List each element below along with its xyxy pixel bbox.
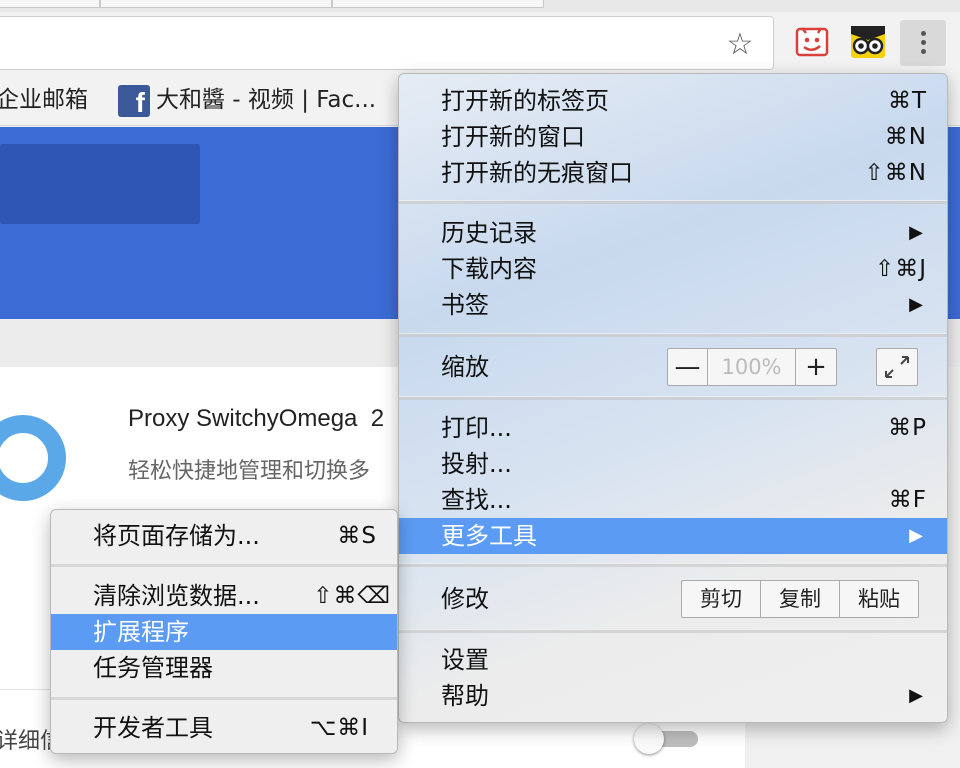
menu-dot xyxy=(921,40,926,45)
menu-item-downloads[interactable]: 下载内容 ⇧⌘J xyxy=(399,251,947,287)
submenu-arrow-icon: ▶ xyxy=(909,222,923,243)
submenu-arrow-icon: ▶ xyxy=(909,685,923,706)
edit-controls: 剪切 复制 粘贴 xyxy=(681,580,919,618)
menu-item-label: 设置 xyxy=(441,646,489,674)
menu-item-label: 开发者工具 xyxy=(93,714,213,742)
zoom-in-button[interactable]: + xyxy=(796,349,836,385)
menu-item-label: 打开新的无痕窗口 xyxy=(441,159,633,187)
menu-item-help[interactable]: 帮助 ▶ xyxy=(399,678,947,714)
menu-item-print[interactable]: 打印... ⌘P xyxy=(399,410,947,446)
menu-separator xyxy=(399,200,947,204)
menu-separator xyxy=(51,696,397,700)
tab[interactable] xyxy=(0,0,100,8)
menu-item-label: 修改 xyxy=(441,585,489,613)
menu-item-developer-tools[interactable]: 开发者工具 ⌥⌘I xyxy=(51,710,397,746)
tab[interactable] xyxy=(332,0,544,8)
menu-item-new-incognito-window[interactable]: 打开新的无痕窗口 ⇧⌘N xyxy=(399,155,947,191)
toggle-knob xyxy=(634,724,664,754)
menu-item-label: 帮助 xyxy=(441,682,489,710)
extension-enable-toggle[interactable] xyxy=(634,724,698,754)
menu-item-label: 更多工具 xyxy=(441,522,537,550)
tab[interactable] xyxy=(100,0,332,8)
menu-item-shortcut: ⌘F xyxy=(888,487,927,513)
paste-button[interactable]: 粘贴 xyxy=(840,581,918,617)
menu-item-shortcut: ⌘N xyxy=(884,124,927,150)
cut-button[interactable]: 剪切 xyxy=(682,581,761,617)
extension-version: 2 xyxy=(370,405,385,432)
menu-item-new-tab[interactable]: 打开新的标签页 ⌘T xyxy=(399,83,947,119)
menu-item-settings[interactable]: 设置 xyxy=(399,642,947,678)
menu-item-shortcut: ⌘T xyxy=(887,88,927,114)
zoom-out-button[interactable]: — xyxy=(668,349,708,385)
menu-item-label: 清除浏览数据... xyxy=(93,582,260,610)
tab-strip xyxy=(0,0,960,12)
bookmark-facebook-video[interactable]: f 大和醬 - 视频 | Fac... xyxy=(118,84,377,118)
menu-item-label: 打开新的标签页 xyxy=(441,87,609,115)
menu-item-save-page-as[interactable]: 将页面存储为... ⌘S xyxy=(51,518,397,554)
copy-button[interactable]: 复制 xyxy=(761,581,840,617)
address-bar[interactable]: ☆ xyxy=(0,16,774,70)
menu-item-more-tools[interactable]: 更多工具 ▶ xyxy=(399,518,947,554)
menu-item-bookmarks[interactable]: 书签 ▶ xyxy=(399,287,947,323)
menu-item-shortcut: ⇧⌘⌫ xyxy=(313,583,391,609)
menu-item-cast[interactable]: 投射... xyxy=(399,446,947,482)
menu-item-clear-browsing-data[interactable]: 清除浏览数据... ⇧⌘⌫ xyxy=(51,578,397,614)
menu-item-shortcut: ⇧⌘N xyxy=(864,160,927,186)
menu-separator xyxy=(399,396,947,400)
menu-item-shortcut: ⇧⌘J xyxy=(874,256,927,282)
menu-item-find[interactable]: 查找... ⌘F xyxy=(399,482,947,518)
submenu-arrow-icon: ▶ xyxy=(909,525,923,546)
menu-item-label: 查找... xyxy=(441,486,512,514)
bookmark-label: 大和醬 - 视频 | Fac... xyxy=(156,87,377,113)
menu-separator xyxy=(399,629,947,633)
menu-item-extensions[interactable]: 扩展程序 xyxy=(51,614,397,650)
facebook-icon: f xyxy=(118,84,150,118)
search-box[interactable] xyxy=(0,144,200,224)
menu-item-history[interactable]: 历史记录 ▶ xyxy=(399,215,947,251)
menu-item-label: 投射... xyxy=(441,450,512,478)
menu-dot xyxy=(921,49,926,54)
menu-item-task-manager[interactable]: 任务管理器 xyxy=(51,650,397,686)
bookmark-enterprise-mail[interactable]: 企业邮箱 xyxy=(0,84,88,116)
extension-logo-icon xyxy=(0,415,66,501)
menu-item-shortcut: ⌥⌘I xyxy=(309,715,369,741)
menu-item-label: 书签 xyxy=(441,291,489,319)
bookmark-star-icon[interactable]: ☆ xyxy=(723,29,757,63)
extension-owl-icon[interactable] xyxy=(850,24,886,60)
menu-item-label: 打印... xyxy=(441,414,512,442)
menu-item-shortcut: ⌘S xyxy=(337,523,377,549)
zoom-level: 100% xyxy=(708,349,796,385)
submenu-arrow-icon: ▶ xyxy=(909,294,923,315)
menu-separator xyxy=(51,563,397,567)
chrome-menu-button[interactable] xyxy=(900,20,946,66)
menu-item-shortcut: ⌘P xyxy=(888,415,927,441)
menu-separator xyxy=(399,333,947,337)
menu-item-label: 缩放 xyxy=(441,353,489,381)
menu-item-label: 打开新的窗口 xyxy=(441,123,585,151)
extension-name: Proxy SwitchyOmega 2 xyxy=(128,405,384,433)
menu-item-label: 扩展程序 xyxy=(93,618,189,646)
menu-item-label: 下载内容 xyxy=(441,255,537,283)
menu-item-label: 任务管理器 xyxy=(93,654,213,682)
menu-separator xyxy=(399,563,947,567)
menu-dot xyxy=(921,31,926,36)
menu-item-label: 历史记录 xyxy=(441,219,537,247)
fullscreen-icon xyxy=(885,356,909,378)
menu-item-new-window[interactable]: 打开新的窗口 ⌘N xyxy=(399,119,947,155)
browser-toolbar: ☆ xyxy=(0,12,960,74)
menu-item-label: 将页面存储为... xyxy=(93,522,260,550)
zoom-controls: — 100% + xyxy=(667,348,837,386)
more-tools-submenu: 将页面存储为... ⌘S 清除浏览数据... ⇧⌘⌫ 扩展程序 任务管理器 开发… xyxy=(50,509,398,754)
extension-name-text: Proxy SwitchyOmega xyxy=(128,405,358,432)
extension-sketch-face-icon[interactable] xyxy=(794,24,830,60)
chrome-main-menu: 打开新的标签页 ⌘T 打开新的窗口 ⌘N 打开新的无痕窗口 ⇧⌘N 历史记录 ▶… xyxy=(398,73,948,723)
extension-description: 轻松快捷地管理和切换多 xyxy=(128,459,371,484)
fullscreen-button[interactable] xyxy=(876,348,918,386)
